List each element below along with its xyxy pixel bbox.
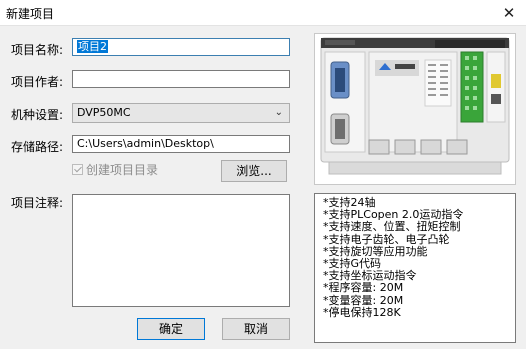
storage-path-label: 存储路径: [11,140,64,154]
create-directory-checkbox [72,164,83,175]
project-notes-textarea[interactable] [72,194,290,307]
chevron-down-icon: ⌄ [274,107,283,118]
storage-path-input[interactable]: C:\Users\admin\Desktop\ [72,135,290,153]
create-directory-label: 创建项目目录 [86,163,159,177]
project-author-input[interactable] [72,70,290,88]
list-item: *程序容量: 20M [323,281,404,295]
list-item: *变量容量: 20M [323,293,404,307]
ok-button[interactable]: 确定 [137,318,205,340]
browse-button[interactable]: 浏览... [221,160,287,182]
window-title: 新建项目 [6,7,55,21]
project-name-label: 项目名称: [11,43,64,57]
model-select-value: DVP50MC [77,106,131,119]
device-features-list: *支持24轴 *支持PLCopen 2.0运动指令 *支持速度、位置、扭矩控制 … [314,193,516,343]
model-select[interactable]: DVP50MC ⌄ [72,103,290,123]
device-image-panel [314,33,516,185]
list-item: *支持电子齿轮、电子凸轮 [323,232,450,246]
list-item: *停电保持128K [323,305,401,319]
project-name-value: 项目2 [77,40,108,53]
plc-controller-image [320,37,510,175]
cancel-button[interactable]: 取消 [222,318,290,340]
create-directory-option: 创建项目目录 [72,161,158,178]
project-notes-label: 项目注释: [11,196,64,210]
list-item: *支持速度、位置、扭矩控制 [323,220,461,234]
model-label: 机种设置: [11,108,64,122]
project-author-label: 项目作者: [11,75,64,89]
project-name-input[interactable]: 项目2 [72,38,290,56]
close-icon[interactable]: ✕ [492,0,526,25]
title-bar: 新建项目 ✕ [0,0,526,26]
